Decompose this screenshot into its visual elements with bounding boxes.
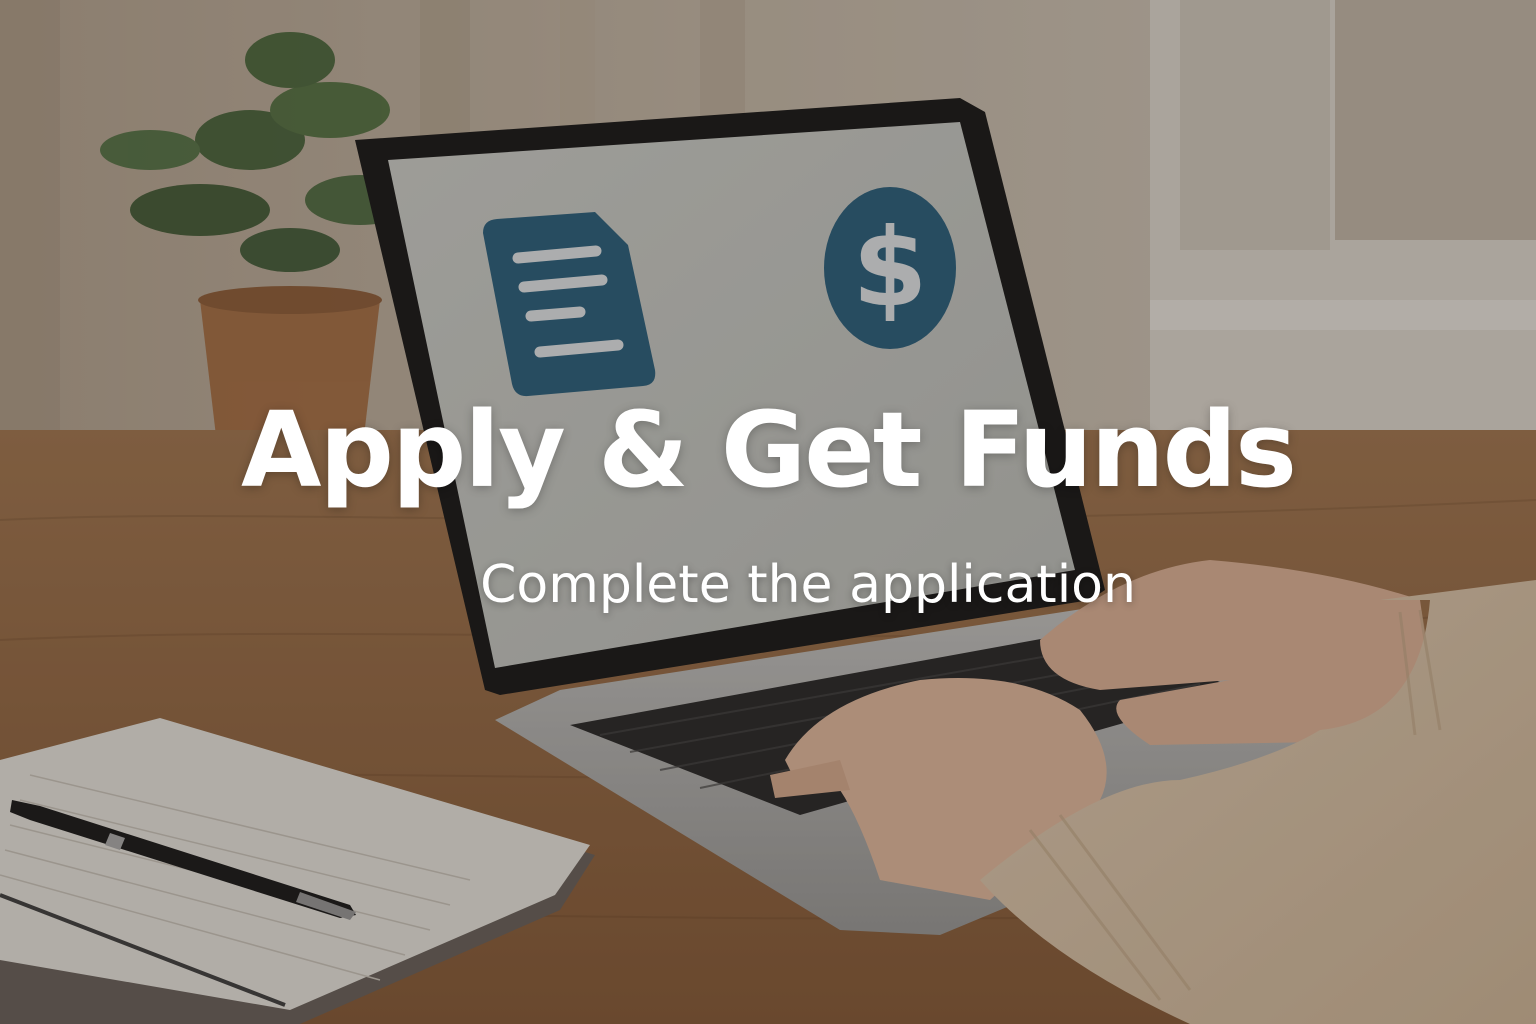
hero-title: Apply & Get Funds [240, 389, 1297, 511]
hero-banner: $ Apply & Get Funds Complete the applica… [0, 0, 1536, 1024]
hero-subtitle: Complete the application [480, 555, 1136, 615]
